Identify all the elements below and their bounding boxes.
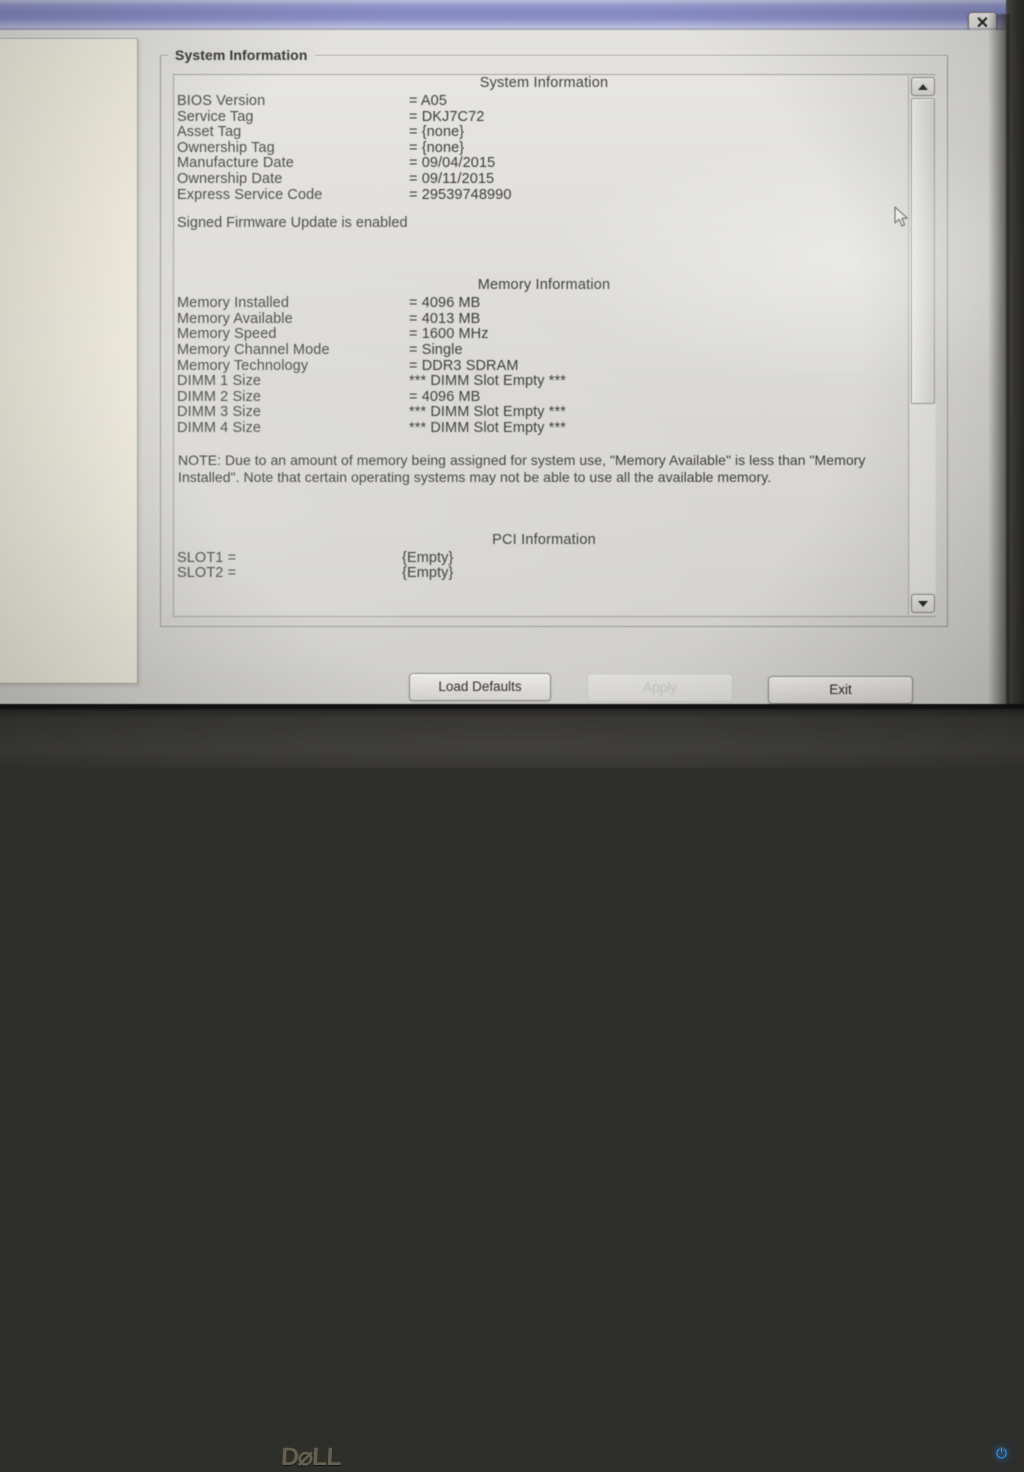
exit-button[interactable]: Exit — [768, 676, 913, 704]
info-row: Ownership Date = 09/11/2015 — [174, 171, 914, 187]
signed-firmware-status: Signed Firmware Update is enabled — [177, 215, 408, 232]
info-row: Memory Installed = 4096 MB — [174, 295, 914, 311]
info-row-label: Ownership Tag — [177, 139, 275, 156]
info-row: SLOT1 = {Empty} — [174, 550, 914, 566]
info-row: Ownership Tag = {none} — [174, 140, 914, 156]
info-row-value: = 4096 MB — [409, 388, 481, 405]
info-row: DIMM 3 Size *** DIMM Slot Empty *** — [174, 404, 914, 420]
info-row-label: DIMM 4 Size — [177, 420, 262, 436]
lcd-screen: ✕ System Information System Information B… — [0, 0, 1008, 710]
info-row: Asset Tag = {none} — [174, 124, 914, 140]
information-pane: System Information BIOS Version = A05 Servi… — [173, 74, 935, 617]
info-row: Manufacture Date = 09/04/2015 — [174, 155, 914, 171]
info-row-label: Memory Technology — [177, 357, 309, 374]
memory-note: NOTE: Due to an amount of memory being a… — [178, 451, 866, 486]
information-content: System Information BIOS Version = A05 Servi… — [174, 75, 914, 616]
triangle-down-icon — [918, 600, 928, 607]
info-row-label: Express Service Code — [177, 186, 323, 203]
info-row-label: Memory Available — [177, 310, 293, 327]
apply-button[interactable]: Apply — [587, 674, 733, 702]
info-row-value: *** DIMM Slot Empty *** — [409, 373, 567, 390]
info-row-label: DIMM 1 Size — [177, 373, 262, 390]
info-row: DIMM 4 Size *** DIMM Slot Empty *** — [174, 420, 914, 436]
info-row: Express Service Code = 29539748990 — [174, 187, 914, 203]
triangle-up-icon — [918, 83, 928, 90]
info-row-label: SLOT2 = — [177, 565, 237, 582]
info-row-value: = 4096 MB — [409, 295, 481, 312]
section-heading: Memory Information — [477, 277, 611, 294]
info-row-value: = 4013 MB — [409, 310, 481, 327]
info-row-value: *** DIMM Slot Empty *** — [409, 420, 567, 436]
info-row-label: Manufacture Date — [177, 155, 294, 172]
info-row: DIMM 2 Size = 4096 MB — [174, 389, 914, 405]
info-row-label: DIMM 2 Size — [177, 388, 262, 405]
load-defaults-button[interactable]: Load Defaults — [409, 673, 551, 701]
info-row-value: {Empty} — [402, 549, 454, 566]
info-row-value: = {none} — [409, 139, 465, 156]
info-row-label: Memory Speed — [177, 326, 277, 343]
dell-logo: D⌀LL — [280, 1443, 342, 1471]
info-row-value: *** DIMM Slot Empty *** — [409, 404, 567, 421]
info-row-value: = 09/04/2015 — [409, 155, 496, 172]
info-row-label: DIMM 3 Size — [177, 404, 262, 421]
vertical-scrollbar[interactable] — [908, 76, 936, 615]
info-row-value: = A05 — [409, 93, 447, 109]
info-row-value: = DDR3 SDRAM — [409, 357, 519, 374]
info-row-value: = {none} — [409, 124, 465, 141]
section-heading: PCI Information — [492, 531, 596, 548]
info-row-value: = 1600 MHz — [409, 326, 489, 343]
info-row: Memory Speed = 1600 MHz — [174, 326, 914, 342]
monitor-bezel-bottom: D⌀LL ⏻ — [0, 704, 1024, 1471]
section-heading: System Information — [479, 75, 609, 91]
info-row-label: Ownership Date — [177, 171, 283, 187]
info-row-value: = 29539748990 — [409, 186, 512, 203]
window-title-bar: ✕ — [0, 0, 1008, 36]
info-row: BIOS Version = A05 — [174, 93, 914, 109]
power-led-icon[interactable]: ⏻ — [995, 1446, 1008, 1461]
info-row-value: = Single — [409, 342, 463, 358]
groupbox-legend: System Information — [168, 47, 315, 63]
photographed-monitor-scene: ✕ System Information System Information B… — [0, 0, 1024, 1471]
info-row: Memory Channel Mode = Single — [174, 342, 914, 358]
info-row: Memory Available = 4013 MB — [174, 311, 914, 327]
info-row: SLOT2 = {Empty} — [174, 565, 914, 581]
info-row-label: Memory Installed — [177, 295, 289, 312]
info-row-value: {Empty} — [402, 565, 454, 582]
info-row-value: = 09/11/2015 — [409, 171, 495, 187]
info-row: Service Tag = DKJ7C72 — [174, 109, 914, 125]
info-row-label: Service Tag — [177, 108, 254, 125]
navigation-panel[interactable] — [0, 38, 138, 684]
info-row-label: Memory Channel Mode — [177, 342, 330, 358]
info-row: DIMM 1 Size *** DIMM Slot Empty *** — [174, 373, 914, 389]
scroll-up-icon[interactable] — [911, 77, 935, 96]
info-row-value: = DKJ7C72 — [409, 108, 485, 125]
scrollbar-thumb[interactable] — [911, 98, 935, 404]
scroll-down-icon[interactable] — [911, 594, 935, 613]
info-row: Memory Technology = DDR3 SDRAM — [174, 358, 914, 374]
bezel-shadow — [988, 14, 1010, 714]
info-row-label: BIOS Version — [177, 93, 266, 109]
info-row-label: SLOT1 = — [177, 549, 237, 566]
info-row-label: Asset Tag — [177, 124, 242, 141]
